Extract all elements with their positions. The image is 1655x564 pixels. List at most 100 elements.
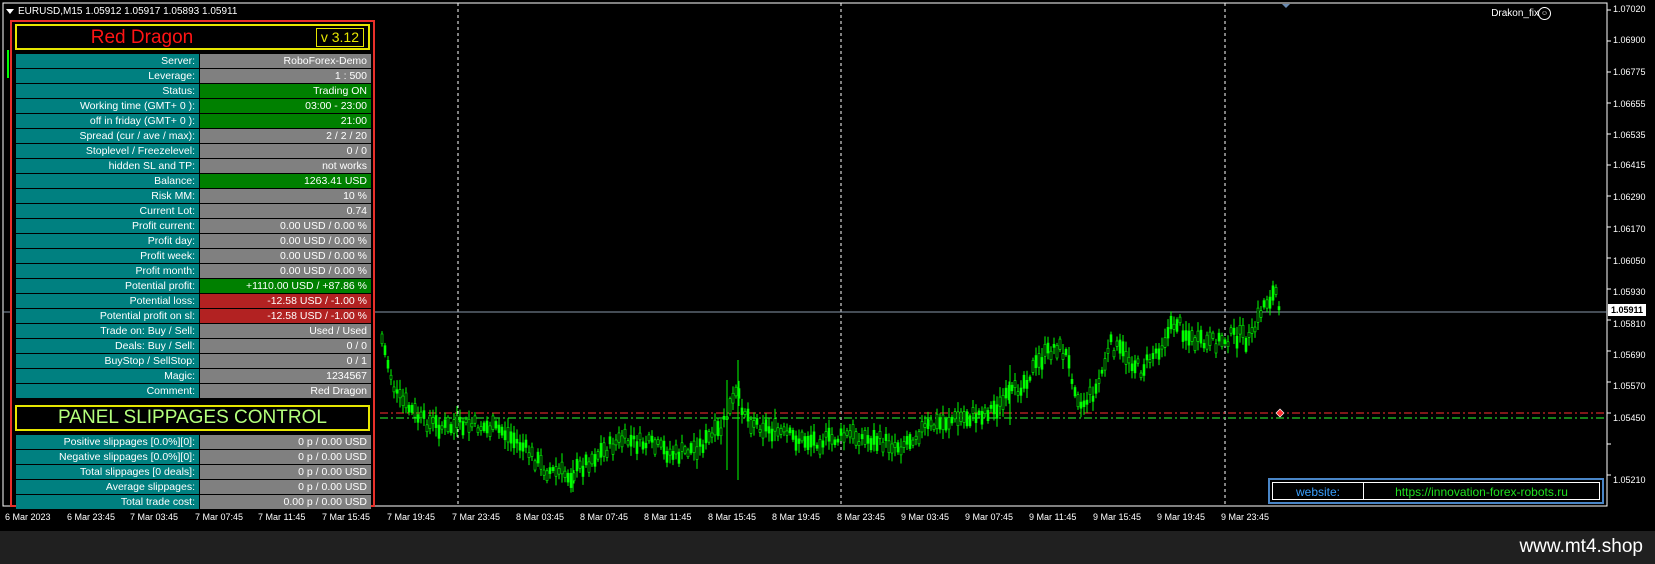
time-axis-label: 8 Mar 07:45	[580, 512, 629, 522]
candle-body	[587, 461, 591, 473]
candle-body	[920, 421, 924, 433]
candle-body	[1211, 332, 1215, 339]
candle-body	[650, 435, 654, 443]
candle-body	[1259, 310, 1263, 318]
candle-body	[1028, 376, 1032, 381]
panel-row-value: 1 : 500	[200, 69, 371, 84]
candle-body	[809, 434, 813, 448]
candle-body	[647, 434, 651, 442]
panel-info-rows: Server: RoboForex-Demo Leverage: 1 : 500 Sta…	[16, 54, 371, 399]
candle-body	[734, 386, 738, 397]
candle-body	[566, 472, 570, 483]
candle-body	[689, 443, 693, 454]
candle-body	[590, 453, 594, 465]
candle-body	[767, 426, 771, 434]
website-label: website:	[1273, 483, 1364, 499]
candle-body	[806, 435, 810, 451]
panel-row-value: 0.00 USD / 0.00 %	[200, 264, 371, 279]
price-axis-label: 1.06655	[1613, 99, 1646, 109]
candle-body	[1055, 345, 1059, 359]
candle-body	[935, 413, 939, 430]
candle-body	[629, 434, 633, 447]
candle-body	[956, 411, 960, 427]
candle-body	[848, 430, 852, 438]
time-axis-label: 9 Mar 19:45	[1157, 512, 1206, 522]
candle-body	[1217, 332, 1221, 342]
collapse-triangle-icon[interactable]	[6, 8, 14, 14]
candle-body	[1019, 387, 1023, 396]
expert-advisor-name[interactable]: Drakon_fix	[1491, 8, 1539, 19]
candle-body	[881, 441, 885, 453]
candle-body	[884, 433, 888, 442]
candle-body	[983, 407, 987, 415]
panel-row: Working time (GMT+ 0 ): 03:00 - 23:00	[16, 99, 371, 114]
candle-body	[419, 411, 423, 419]
footer-bar: www.mt4.shop	[0, 531, 1655, 564]
red-dragon-panel: Red Dragon v 3.12 Server: RoboForex-Demo L…	[10, 20, 375, 510]
candle-body	[764, 419, 768, 432]
candle-body	[758, 428, 762, 433]
time-axis-label: 6 Mar 2023	[5, 512, 51, 522]
panel-title-box: Red Dragon v 3.12	[15, 24, 370, 50]
candle-body	[500, 426, 504, 436]
panel-row-label: Potential loss:	[16, 294, 200, 309]
time-axis-label: 8 Mar 03:45	[516, 512, 565, 522]
candle-body	[1208, 331, 1212, 346]
panel-row: Potential profit: +1110.00 USD / +87.86 %	[16, 279, 371, 294]
candle-body	[929, 419, 933, 427]
candle-body	[1073, 387, 1077, 397]
candle-body	[830, 434, 834, 445]
candle-body	[554, 466, 558, 477]
panel-row-label: Magic:	[16, 369, 200, 384]
footer-brand: www.mt4.shop	[1519, 536, 1643, 557]
candle-body	[890, 443, 894, 454]
candle-body	[800, 431, 804, 442]
candle-body	[746, 408, 750, 422]
candle-body	[1184, 330, 1188, 341]
candle-body	[527, 452, 531, 458]
panel-row: Trade on: Buy / Sell: Used / Used	[16, 324, 371, 339]
candle-body	[719, 427, 723, 437]
candle-body	[1169, 315, 1173, 330]
slippage-row-label: Total trade cost:	[16, 495, 200, 510]
panel-row: hidden SL and TP: not works	[16, 159, 371, 174]
candle-body	[1112, 350, 1116, 358]
candle-body	[722, 415, 726, 420]
candle-body	[875, 436, 879, 451]
candle-body	[965, 411, 969, 427]
panel-row-label: Potential profit:	[16, 279, 200, 294]
candle-body	[794, 435, 798, 451]
panel-row: Status: Trading ON	[16, 84, 371, 99]
candle-body	[680, 442, 684, 452]
candle-body	[1151, 353, 1155, 360]
candle-body	[482, 422, 486, 432]
candle-body	[452, 419, 456, 434]
panel-row: Profit month: 0.00 USD / 0.00 %	[16, 264, 371, 279]
candle-body	[1133, 360, 1137, 374]
panel-row: off in friday (GMT+ 0 ): 21:00	[16, 114, 371, 129]
candle-body	[515, 438, 519, 444]
candle-body	[953, 411, 957, 420]
candle-body	[728, 398, 732, 414]
slippage-row: Total trade cost: 0.00 p / 0.00 USD	[16, 495, 371, 510]
candle-body	[1043, 344, 1047, 357]
candle-body	[761, 422, 765, 439]
current-price-tag: 1.05911	[1608, 304, 1647, 316]
website-url-link[interactable]: https://innovation-forex-robots.ru	[1364, 483, 1599, 499]
panel-row-label: Working time (GMT+ 0 ):	[16, 99, 200, 114]
panel-row: Current Lot: 0.74	[16, 204, 371, 219]
candle-body	[506, 427, 510, 443]
candle-body	[410, 405, 414, 413]
candle-body	[821, 440, 825, 448]
candle-body	[1097, 378, 1101, 384]
candle-body	[446, 416, 450, 433]
smiley-icon[interactable]: ☺	[1538, 7, 1551, 20]
time-axis-label: 7 Mar 19:45	[387, 512, 436, 522]
candle-body	[662, 440, 666, 455]
candle-body	[959, 411, 963, 422]
panel-row-label: Balance:	[16, 174, 200, 189]
candle-body	[1163, 337, 1167, 348]
price-axis-label: 1.05810	[1613, 319, 1646, 329]
panel-row-label: Leverage:	[16, 69, 200, 84]
candle-body	[779, 428, 783, 435]
